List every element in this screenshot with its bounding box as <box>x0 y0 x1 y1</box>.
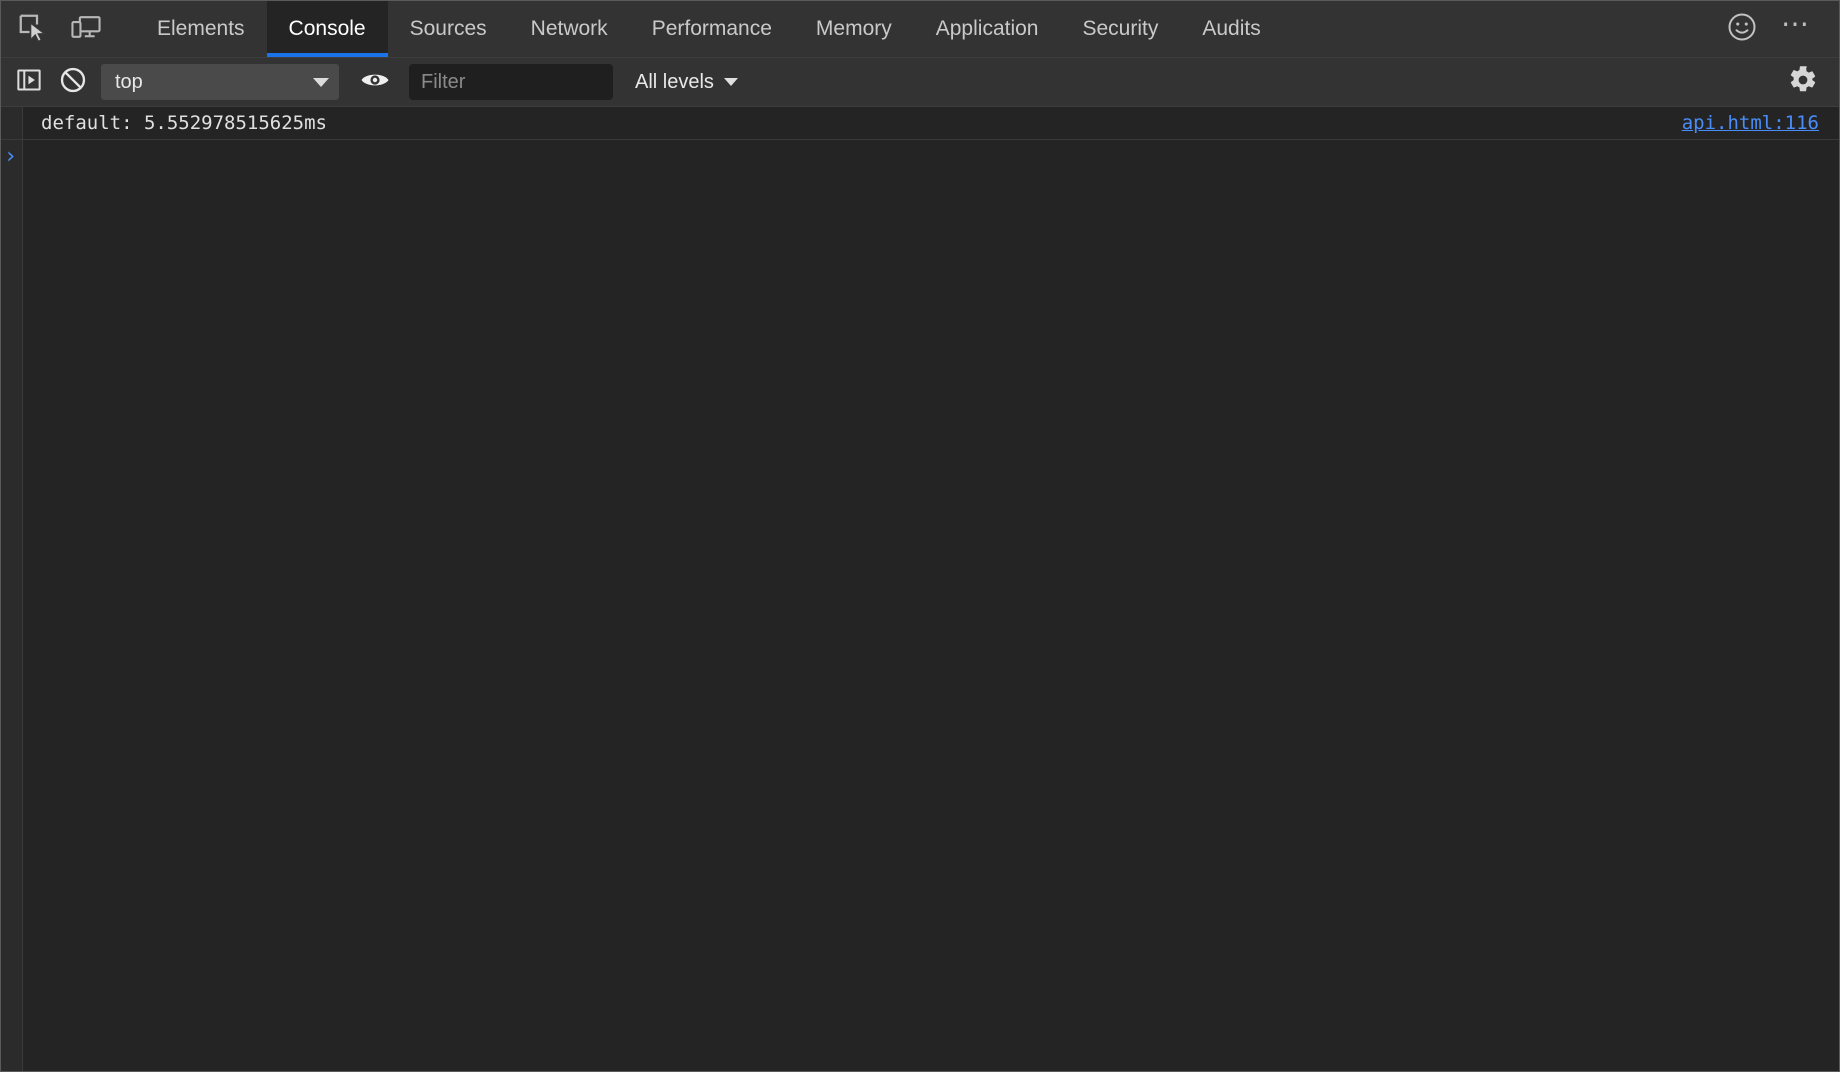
console-message-source-link[interactable]: api.html:116 <box>1682 112 1819 134</box>
tab-audits[interactable]: Audits <box>1180 1 1282 57</box>
settings-button[interactable] <box>1781 62 1825 102</box>
console-sidebar-toggle-button[interactable] <box>7 62 51 102</box>
tab-security[interactable]: Security <box>1060 1 1180 57</box>
devtools-tabbar: Elements Console Sources Network Perform… <box>1 1 1839 58</box>
tab-label: Elements <box>157 17 245 40</box>
console-message-row[interactable]: default: 5.552978515625ms api.html:116 <box>1 107 1839 140</box>
more-options-icon: ⋯ <box>1781 8 1811 39</box>
console-blank-fill <box>23 174 1839 1071</box>
tab-label: Audits <box>1202 17 1261 40</box>
tab-console[interactable]: Console <box>266 1 388 57</box>
clear-console-button[interactable] <box>51 62 95 102</box>
log-level-value: All levels <box>635 70 714 93</box>
prompt-gutter: › <box>1 140 23 174</box>
tab-label: Memory <box>815 17 892 40</box>
prompt-chevron-icon: › <box>3 144 18 169</box>
clear-console-icon <box>59 66 87 99</box>
chevron-down-icon <box>723 78 738 86</box>
tab-performance[interactable]: Performance <box>630 1 794 57</box>
feedback-button[interactable] <box>1715 2 1769 56</box>
device-toolbar-button[interactable] <box>59 1 113 57</box>
execution-context-select[interactable]: top <box>101 64 339 100</box>
devtools-window: Elements Console Sources Network Perform… <box>0 0 1840 1072</box>
tab-label: Sources <box>409 17 487 40</box>
tab-label: Console <box>288 17 366 40</box>
message-gutter <box>1 107 23 139</box>
console-prompt-input[interactable] <box>23 140 1839 174</box>
live-expression-button[interactable] <box>353 62 397 102</box>
console-prompt-row[interactable]: › <box>1 140 1839 174</box>
tab-application[interactable]: Application <box>914 1 1061 57</box>
chevron-down-icon <box>313 77 329 87</box>
execution-context-value: top <box>115 70 143 93</box>
console-filter-input[interactable] <box>409 64 613 100</box>
inspect-element-icon <box>17 12 47 47</box>
console-toolbar: top All levels <box>1 58 1839 107</box>
panel-tabs: Elements Console Sources Network Perform… <box>135 1 1283 57</box>
tab-sources[interactable]: Sources <box>388 1 509 57</box>
live-expression-eye-icon <box>360 69 390 96</box>
tab-label: Security <box>1082 17 1159 40</box>
console-message-text: default: 5.552978515625ms <box>41 112 327 134</box>
tab-label: Network <box>530 17 608 40</box>
more-options-button[interactable]: ⋯ <box>1769 2 1823 56</box>
tab-memory[interactable]: Memory <box>794 1 914 57</box>
tab-label: Application <box>935 17 1039 40</box>
device-toolbar-icon <box>70 12 102 47</box>
console-gutter-strip <box>1 174 23 1071</box>
tab-label: Performance <box>651 17 772 40</box>
toolbar-right-actions <box>1781 62 1839 102</box>
console-empty-area <box>1 174 1839 1071</box>
tab-elements[interactable]: Elements <box>135 1 267 57</box>
show-console-sidebar-icon <box>16 67 42 98</box>
smiley-face-icon <box>1727 12 1757 47</box>
log-level-select[interactable]: All levels <box>629 64 744 100</box>
settings-gear-icon <box>1788 65 1818 100</box>
tab-network[interactable]: Network <box>509 1 630 57</box>
console-message-area[interactable]: default: 5.552978515625ms api.html:116 › <box>1 107 1839 1071</box>
inspect-element-button[interactable] <box>5 1 59 57</box>
tabbar-right-actions: ⋯ <box>1715 1 1839 57</box>
